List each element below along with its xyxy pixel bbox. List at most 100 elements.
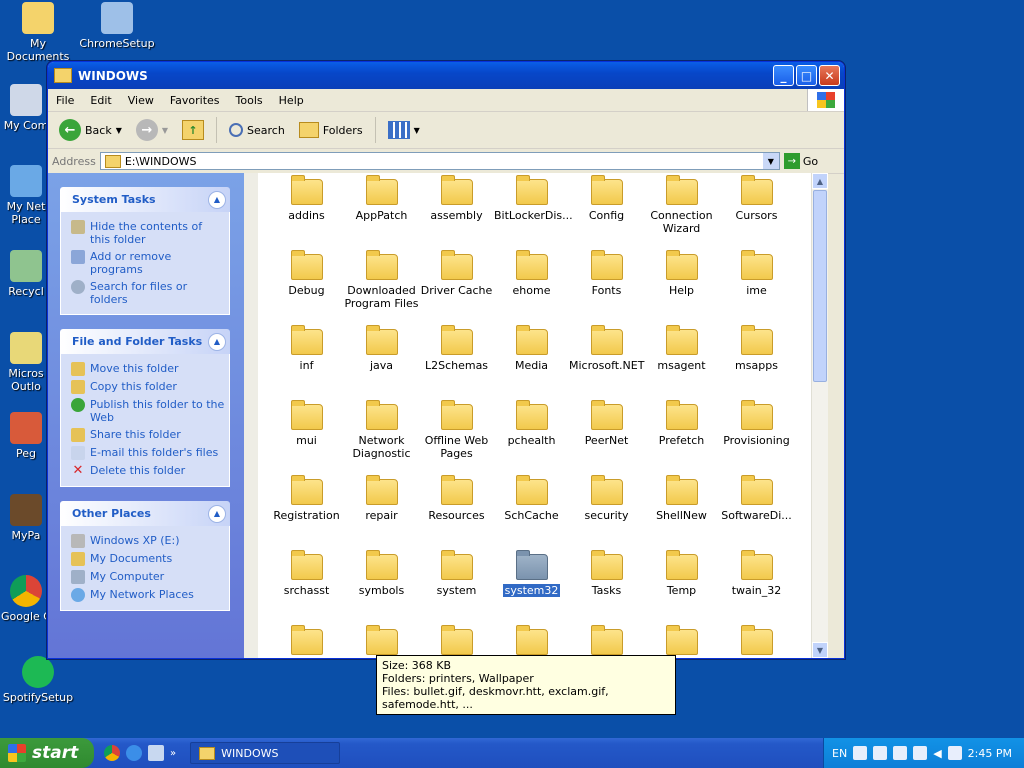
file-item[interactable]: msagent xyxy=(644,323,719,398)
menu-tools[interactable]: Tools xyxy=(228,94,271,107)
file-item[interactable]: Config xyxy=(569,173,644,248)
file-item[interactable]: twain_32 xyxy=(719,548,794,623)
scroll-thumb[interactable] xyxy=(813,190,827,382)
task-add-remove-programs[interactable]: Add or remove programs xyxy=(71,248,225,278)
panel-header[interactable]: Other Places ▲ xyxy=(60,501,230,526)
place-windows-xp-drive[interactable]: Windows XP (E:) xyxy=(71,532,225,550)
collapse-chevron-icon[interactable]: ▲ xyxy=(208,332,226,351)
place-my-documents[interactable]: My Documents xyxy=(71,550,225,568)
views-button[interactable]: ▼ xyxy=(383,119,425,141)
menu-view[interactable]: View xyxy=(120,94,162,107)
file-item[interactable]: mui xyxy=(269,398,344,473)
file-item[interactable]: Temp xyxy=(644,548,719,623)
task-hide-contents[interactable]: Hide the contents of this folder xyxy=(71,218,225,248)
desktop-icon-spotifysetup[interactable]: SpotifySetup xyxy=(0,656,78,704)
file-item[interactable]: assembly xyxy=(419,173,494,248)
file-item[interactable]: ShellNew xyxy=(644,473,719,548)
file-item[interactable]: repair xyxy=(344,473,419,548)
chevron-down-icon[interactable]: ▼ xyxy=(116,126,122,135)
file-item[interactable]: srchasst xyxy=(269,548,344,623)
file-item[interactable]: Resources xyxy=(419,473,494,548)
clock[interactable]: 2:45 PM xyxy=(968,747,1012,760)
desktop-icon-chromesetup[interactable]: ChromeSetup xyxy=(77,2,157,50)
file-item[interactable]: Debug xyxy=(269,248,344,323)
file-item[interactable]: symbols xyxy=(344,548,419,623)
file-item[interactable] xyxy=(269,623,344,658)
folders-button[interactable]: Folders xyxy=(294,120,368,140)
file-item[interactable] xyxy=(344,623,419,658)
file-item[interactable]: Network Diagnostic xyxy=(344,398,419,473)
file-item[interactable]: SoftwareDi... xyxy=(719,473,794,548)
chevron-down-icon[interactable]: ▼ xyxy=(414,126,420,135)
file-item[interactable]: PeerNet xyxy=(569,398,644,473)
file-item[interactable] xyxy=(569,623,644,658)
task-email-files[interactable]: E-mail this folder's files xyxy=(71,444,225,462)
maximize-button[interactable]: □ xyxy=(796,65,817,86)
file-item[interactable]: Media xyxy=(494,323,569,398)
menu-file[interactable]: File xyxy=(48,94,82,107)
menu-help[interactable]: Help xyxy=(271,94,312,107)
chrome-icon[interactable] xyxy=(104,745,120,761)
file-item[interactable] xyxy=(494,623,569,658)
file-item[interactable]: security xyxy=(569,473,644,548)
file-item[interactable]: Offline Web Pages xyxy=(419,398,494,473)
file-item[interactable]: Prefetch xyxy=(644,398,719,473)
task-search-files[interactable]: Search for files or folders xyxy=(71,278,225,308)
file-item[interactable]: addins xyxy=(269,173,344,248)
taskbar-item-windows[interactable]: WINDOWS xyxy=(190,742,341,764)
task-move-folder[interactable]: Move this folder xyxy=(71,360,225,378)
file-item[interactable]: pchealth xyxy=(494,398,569,473)
file-item[interactable]: Fonts xyxy=(569,248,644,323)
back-button[interactable]: ← Back ▼ xyxy=(54,117,127,143)
file-item[interactable]: Connection Wizard xyxy=(644,173,719,248)
scroll-up-icon[interactable]: ▲ xyxy=(812,173,828,189)
file-item[interactable]: BitLockerDis... xyxy=(494,173,573,248)
help-icon[interactable] xyxy=(913,746,928,760)
file-item[interactable]: Tasks xyxy=(569,548,644,623)
task-pane-scrollbar[interactable] xyxy=(244,173,258,658)
minimize-button[interactable]: _ xyxy=(773,65,794,86)
media-icon[interactable] xyxy=(148,745,164,761)
scroll-down-icon[interactable]: ▼ xyxy=(812,642,828,658)
chevron-right-icon[interactable]: » xyxy=(170,748,176,759)
pen-icon[interactable] xyxy=(873,746,888,760)
title-bar[interactable]: WINDOWS _ □ ✕ xyxy=(48,62,844,89)
network-icon[interactable] xyxy=(947,746,962,760)
file-item[interactable]: ime xyxy=(719,248,794,323)
file-item[interactable]: Provisioning xyxy=(719,398,794,473)
place-my-network-places[interactable]: My Network Places xyxy=(71,586,225,604)
vertical-scrollbar[interactable]: ▲ ▼ xyxy=(811,173,828,658)
address-input[interactable]: E:\WINDOWS ▼ xyxy=(99,152,780,170)
close-button[interactable]: ✕ xyxy=(819,65,840,86)
task-copy-folder[interactable]: Copy this folder xyxy=(71,378,225,396)
file-item[interactable] xyxy=(644,623,719,658)
internet-explorer-icon[interactable] xyxy=(126,745,142,761)
collapse-chevron-icon[interactable]: ▲ xyxy=(208,504,226,523)
file-item[interactable]: Driver Cache xyxy=(419,248,494,323)
panel-header[interactable]: File and Folder Tasks ▲ xyxy=(60,329,230,354)
file-item[interactable]: Downloaded Program Files xyxy=(344,248,419,323)
file-item[interactable]: Help xyxy=(644,248,719,323)
keyboard-icon[interactable] xyxy=(853,746,868,760)
file-item[interactable]: Registration xyxy=(269,473,344,548)
file-item[interactable]: AppPatch xyxy=(344,173,419,248)
task-publish-web[interactable]: Publish this folder to the Web xyxy=(71,396,225,426)
file-item[interactable]: L2Schemas xyxy=(419,323,494,398)
chevron-down-icon[interactable]: ▼ xyxy=(762,153,779,169)
menu-edit[interactable]: Edit xyxy=(82,94,119,107)
file-item[interactable]: Microsoft.NET xyxy=(569,323,644,398)
file-item[interactable]: SchCache xyxy=(494,473,569,548)
file-item[interactable] xyxy=(419,623,494,658)
chevron-down-icon[interactable]: ▼ xyxy=(162,126,168,135)
forward-button[interactable]: → ▼ xyxy=(131,117,173,143)
language-bar-icon[interactable] xyxy=(893,746,908,760)
task-share-folder[interactable]: Share this folder xyxy=(71,426,225,444)
file-item[interactable]: java xyxy=(344,323,419,398)
language-indicator[interactable]: EN xyxy=(832,747,847,760)
file-item[interactable]: system32 xyxy=(494,548,569,623)
go-button[interactable]: → Go xyxy=(783,153,818,169)
menu-favorites[interactable]: Favorites xyxy=(162,94,228,107)
collapse-chevron-icon[interactable]: ▲ xyxy=(208,190,226,209)
start-button[interactable]: start xyxy=(0,738,94,768)
panel-header[interactable]: System Tasks ▲ xyxy=(60,187,230,212)
